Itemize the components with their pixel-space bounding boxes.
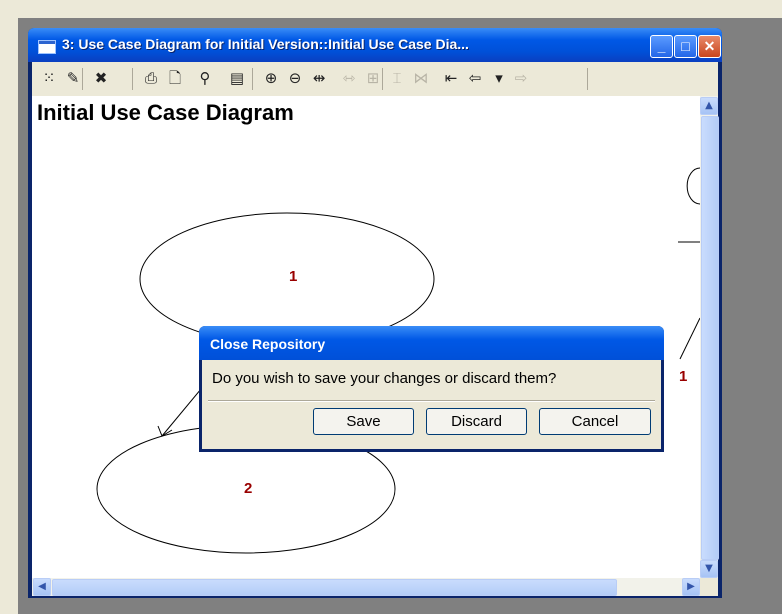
diagram-window: 3: Use Case Diagram for Initial Version:… [28, 28, 722, 598]
scroll-down-button[interactable]: ▼ [700, 560, 718, 578]
align-edges-icon: ⋈ [413, 69, 429, 87]
multiplicity-label: 1 [679, 368, 688, 385]
actor-head [686, 167, 700, 205]
align-horizontal-icon: ⇿ [342, 69, 356, 87]
desktop-top-strip [0, 0, 782, 18]
dialog-title: Close Repository [210, 336, 326, 352]
discard-button[interactable]: Discard [426, 408, 527, 435]
arrowhead-icon [157, 425, 173, 437]
save-button[interactable]: Save [313, 408, 414, 435]
window-titlebar[interactable]: 3: Use Case Diagram for Initial Version:… [28, 28, 722, 62]
maximize-button[interactable]: □ [674, 35, 697, 58]
scroll-right-button[interactable]: ▶ [682, 578, 700, 596]
toolbar-separator [587, 68, 588, 90]
forward-icon: ⇨ [514, 69, 528, 87]
scroll-up-button[interactable]: ▲ [700, 97, 718, 115]
scroll-left-button[interactable]: ◀ [33, 578, 51, 596]
delete-icon[interactable]: ✖ [90, 67, 112, 89]
actor-leg [679, 317, 700, 360]
cancel-button[interactable]: Cancel [539, 408, 651, 435]
use-case-2-label: 2 [244, 480, 253, 497]
toolbar-separator [252, 68, 253, 90]
desktop-left-edge [0, 18, 18, 614]
zoom-out-icon[interactable]: ⊖ [284, 67, 306, 89]
toolbar-separator [132, 68, 133, 90]
pencil-icon[interactable]: ✎ [62, 67, 84, 89]
zoom-in-icon[interactable]: ⊕ [260, 67, 282, 89]
dialog-message: Do you wish to save your changes or disc… [212, 370, 557, 387]
dialog-separator [208, 400, 655, 402]
properties-icon[interactable]: ▤ [226, 67, 248, 89]
dialog-body: Do you wish to save your changes or disc… [202, 360, 661, 449]
vertical-scroll-thumb[interactable] [701, 116, 719, 560]
horizontal-scrollbar[interactable]: ◀ ▶ [32, 578, 700, 596]
print-icon[interactable]: ⎙ [140, 67, 162, 89]
minimize-button[interactable]: _ [650, 35, 673, 58]
find-icon[interactable]: ⚲ [194, 67, 216, 89]
back-icon[interactable]: ⇦ [464, 67, 486, 89]
window-title: 3: Use Case Diagram for Initial Version:… [62, 36, 469, 52]
toolbar: ⁙ ✎ ✖ ⎙ 🗋 ⚲ ▤ ⊕ ⊖ ⇹ ⇿ ⊞ ⌶ ⋈ ⇤ ⇦ ▾ ⇨ [32, 62, 718, 97]
dialog-titlebar[interactable]: Close Repository [199, 326, 664, 360]
use-case-1-label: 1 [289, 268, 298, 285]
diagram-title: Initial Use Case Diagram [37, 100, 294, 125]
horizontal-scroll-thumb[interactable] [52, 579, 617, 596]
vertical-scrollbar[interactable]: ▲ ▼ [700, 96, 719, 578]
resize-grip[interactable] [700, 578, 718, 596]
window-icon [38, 40, 56, 54]
close-repository-dialog: Close Repository Do you wish to save you… [199, 326, 664, 452]
grid-icon[interactable]: ⁙ [38, 67, 60, 89]
dropdown-arrow-icon[interactable]: ▾ [488, 67, 510, 89]
close-button[interactable]: ✕ [698, 35, 721, 58]
first-icon[interactable]: ⇤ [440, 67, 462, 89]
fit-icon[interactable]: ⇹ [308, 67, 330, 89]
print-preview-icon[interactable]: 🗋 [164, 67, 186, 89]
align-center-icon: ⌶ [392, 69, 402, 87]
align-grid-icon: ⊞ [366, 69, 380, 87]
